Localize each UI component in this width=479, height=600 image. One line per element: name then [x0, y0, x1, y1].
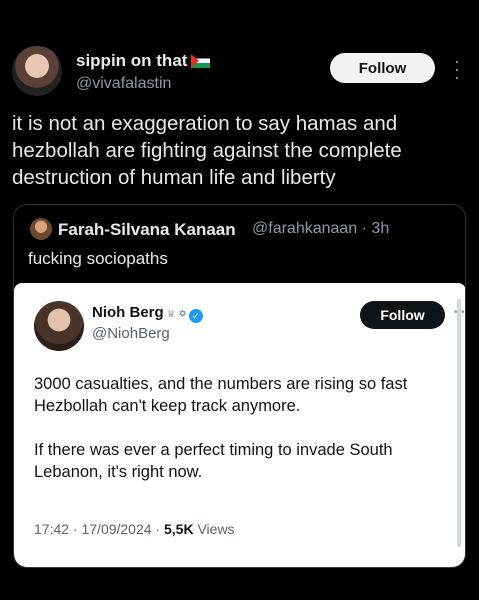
author-handle[interactable]: @vivafalastin [76, 75, 171, 93]
embedded-text: 3000 casualties, and the numbers are ris… [34, 375, 408, 481]
embedded-author-avatar [34, 301, 84, 351]
follow-button[interactable]: Follow [330, 53, 435, 83]
embedded-follow-button: Follow [360, 301, 445, 329]
quote-author-avatar[interactable] [30, 218, 52, 240]
embedded-scrollbar [457, 299, 461, 547]
embedded-views-label: Views [193, 521, 235, 537]
embedded-footer: 17:42 · 17/09/2024 · 5,5K Views [34, 521, 235, 537]
embedded-author-name-text: Nioh Berg [92, 304, 164, 321]
embedded-timestamp: 17:42 · 17/09/2024 · [34, 521, 164, 537]
verified-badge-icon: ✓ [188, 309, 203, 323]
author-name-text: sippin on that [76, 51, 188, 70]
more-options-icon[interactable]: · · · [452, 52, 462, 86]
embedded-author-name: Nioh Berg ♕ ✡ ✓ [92, 304, 203, 323]
quote-author-name[interactable]: Farah-Silvana Kanaan [58, 220, 236, 240]
author-avatar[interactable] [12, 46, 62, 96]
palestine-flag-icon [191, 54, 211, 68]
embedded-views-count: 5,5K [164, 521, 194, 537]
post-text: it is not an exaggeration to say hamas a… [12, 112, 402, 189]
quoted-tweet[interactable]: Farah-Silvana Kanaan @farahkanaan · 3h f… [13, 204, 466, 568]
embedded-tweet-screenshot: Nioh Berg♕ ✡✓ @NiohBerg Follow ••• 3000 … [14, 283, 465, 567]
quote-text: fucking sociopaths [28, 249, 168, 268]
author-name[interactable]: sippin on that [76, 51, 211, 71]
embedded-author-handle: @NiohBerg [92, 325, 170, 342]
embedded-author-badges: ♕ ✡ [166, 309, 187, 320]
quote-author-meta: @farahkanaan · 3h [252, 220, 390, 237]
